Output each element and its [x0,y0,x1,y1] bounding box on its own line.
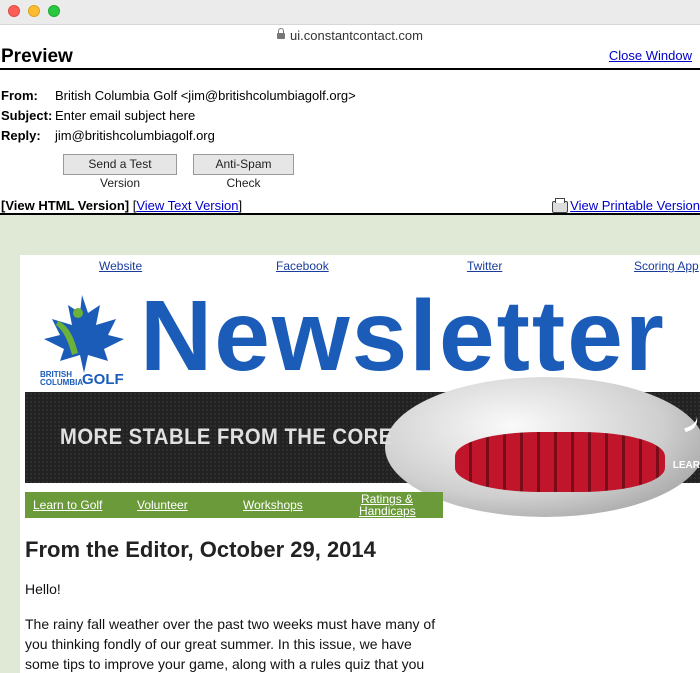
from-row: From: British Columbia Golf <jim@britishc… [1,88,356,103]
subject-label: Subject: [1,108,53,123]
view-text-link[interactable]: View Text Version [136,198,238,213]
printable-option[interactable]: View Printable Version [552,197,700,213]
logo-golf: GOLF [82,371,124,388]
logo-columbia: COLUMBIA [40,378,84,387]
ball-core-graphic [455,432,665,492]
reply-value: jim@britishcolumbiagolf.org [55,128,215,143]
para-line: you thinking fondly of our great summer.… [25,636,412,652]
subject-value: Enter email subject here [55,108,196,123]
reply-label: Reply: [1,128,41,143]
nav-handicaps[interactable]: Handicaps [359,504,416,518]
window-chrome: ui.constantcontact.com [0,0,700,46]
send-test-button[interactable]: Send a Test Version [63,154,177,190]
subject-row: Subject: Enter email subject here [1,108,195,123]
url-text: ui.constantcontact.com [290,28,423,43]
reply-row: Reply: jim@britishcolumbiagolf.org [1,128,215,143]
zoom-window-icon[interactable] [48,5,60,17]
close-window-link[interactable]: Close Window [609,48,692,63]
email-body: Website Facebook Twitter Scoring App BRI… [20,255,700,673]
editor-paragraph: The rainy fall weather over the past two… [25,614,450,673]
preview-header: Preview Close Window [0,45,700,70]
bracket-close: ] [238,198,243,213]
anti-spam-button[interactable]: Anti-Spam Check [193,154,294,190]
para-line: some tips to improve your game, along wi… [25,656,425,672]
banner-learn: LEAR [672,460,700,471]
nav-learn-to-golf[interactable]: Learn to Golf [33,498,102,512]
ad-banner[interactable]: MORE STABLE FROM THE CORE LEAR [25,377,700,517]
scoring-app-link[interactable]: Scoring App [634,259,699,273]
newsletter-heading: Newsletter [140,280,666,392]
page-title: Preview [1,46,73,67]
minimize-window-icon[interactable] [28,5,40,17]
para-line: The rainy fall weather over the past two… [25,616,436,632]
greeting: Hello! [25,581,61,597]
logo-text: BRITISH COLUMBIA [40,371,83,387]
close-window-icon[interactable] [8,5,20,17]
facebook-link[interactable]: Facebook [276,259,329,273]
nav-volunteer[interactable]: Volunteer [137,498,188,512]
bc-golf-logo: BRITISH COLUMBIA GOLF [38,291,126,388]
address-bar[interactable]: ui.constantcontact.com [0,24,700,46]
view-options: [View HTML Version] [View Text Version] [1,198,242,213]
twitter-link[interactable]: Twitter [467,259,502,273]
website-link[interactable]: Website [99,259,142,273]
email-nav: Learn to Golf Volunteer Workshops Rating… [25,492,443,518]
lock-icon [277,27,286,39]
nav-workshops[interactable]: Workshops [243,498,303,512]
view-html-current: [View HTML Version] [1,198,130,213]
from-value: British Columbia Golf <jim@britishcolumb… [55,88,356,103]
from-label: From: [1,88,38,103]
editor-title: From the Editor, October 29, 2014 [25,537,376,562]
view-bar: [View HTML Version] [View Text Version] … [0,196,700,215]
printer-icon [552,197,569,213]
banner-headline: MORE STABLE FROM THE CORE [60,424,393,449]
view-printable-link[interactable]: View Printable Version [570,198,700,213]
